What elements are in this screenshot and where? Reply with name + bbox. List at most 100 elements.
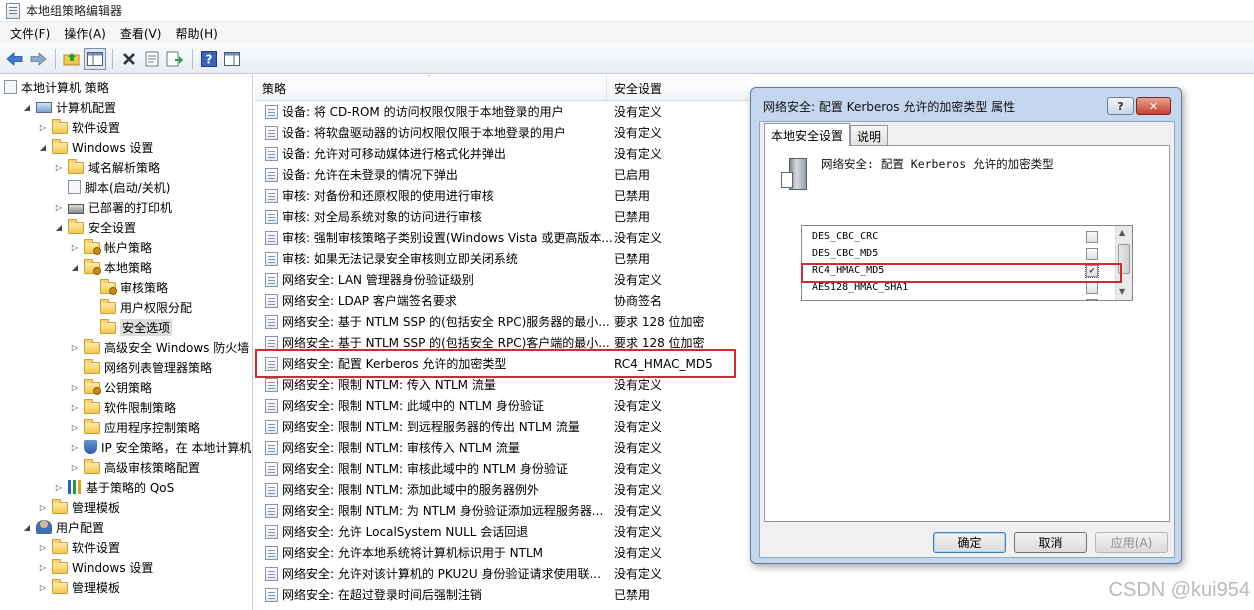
collapsed-arrow-icon[interactable]: ▷ (70, 443, 80, 452)
tree-item[interactable]: ◢ 用户配置 (22, 517, 104, 537)
expanded-arrow-icon[interactable]: ◢ (22, 523, 32, 532)
show-hide-tree-icon[interactable] (84, 48, 106, 70)
tab-local-security-setting[interactable]: 本地安全设置 (764, 123, 851, 146)
console-tree[interactable]: 本地计算机 策略 ◢ 计算机配置 ▷ 软件设置 ◢ Windows 设置 ▷ 域名解析策略 脚本(… (0, 75, 253, 610)
tree-item[interactable]: 本地计算机 策略 (4, 77, 109, 97)
tree-item[interactable]: ▷ 高级安全 Windows 防火墙 (70, 337, 249, 357)
up-folder-icon[interactable] (61, 48, 83, 70)
table-row[interactable]: 网络安全: LDAP 客户端签名要求 协商签名 (255, 290, 749, 311)
column-header-policy[interactable]: 策略 (255, 75, 607, 101)
tree-item[interactable]: ▷ 帐户策略 (70, 237, 152, 257)
tree-item[interactable]: ◢ Windows 设置 (38, 137, 153, 157)
encryption-type-item[interactable]: AES256_HMAC_SHA1 (802, 296, 1114, 300)
menu-file[interactable]: 文件(F) (4, 25, 56, 42)
table-row[interactable]: 网络安全: 允许本地系统将计算机标识用于 NTLM 没有定义 (255, 542, 749, 563)
encryption-type-checkbox[interactable] (1086, 231, 1098, 243)
table-row[interactable]: 网络安全: 限制 NTLM: 到远程服务器的传出 NTLM 流量 没有定义 (255, 416, 749, 437)
collapsed-arrow-icon[interactable]: ▷ (70, 343, 80, 352)
collapsed-arrow-icon[interactable]: ▷ (54, 203, 64, 212)
tree-item[interactable]: ▷ 管理模板 (38, 497, 120, 517)
encryption-type-item[interactable]: DES_CBC_MD5 (802, 245, 1114, 262)
table-row[interactable]: 网络安全: 限制 NTLM: 为 NTLM 身份验证添加远程服务器... 没有定义 (255, 500, 749, 521)
expanded-arrow-icon[interactable]: ◢ (54, 223, 64, 232)
tree-item[interactable]: 脚本(启动/关机) (54, 177, 170, 197)
table-row[interactable]: 审核: 对全局系统对象的访问进行审核 已禁用 (255, 206, 749, 227)
tree-item[interactable]: ▷ 公钥策略 (70, 377, 152, 397)
menu-view[interactable]: 查看(V) (114, 25, 168, 42)
collapsed-arrow-icon[interactable]: ▷ (38, 543, 48, 552)
forward-arrow-icon[interactable] (27, 48, 49, 70)
help-icon[interactable]: ? (198, 48, 220, 70)
policy-icon (265, 272, 278, 287)
menu-help[interactable]: 帮助(H) (169, 25, 223, 42)
table-row[interactable]: 网络安全: LAN 管理器身份验证级别 没有定义 (255, 269, 749, 290)
tree-item[interactable]: ▷ IP 安全策略，在 本地计算机 (70, 437, 251, 457)
apply-button[interactable]: 应用(A) (1095, 532, 1168, 553)
tree-item[interactable]: ▷ 软件限制策略 (70, 397, 176, 417)
table-row[interactable]: 审核: 如果无法记录安全审核则立即关闭系统 已禁用 (255, 248, 749, 269)
cancel-button[interactable]: 取消 (1014, 532, 1087, 553)
table-row[interactable]: 网络安全: 限制 NTLM: 审核传入 NTLM 流量 没有定义 (255, 437, 749, 458)
collapsed-arrow-icon[interactable]: ▷ (70, 423, 80, 432)
tree-item[interactable]: ▷ 已部署的打印机 (54, 197, 172, 217)
collapsed-arrow-icon[interactable]: ▷ (38, 123, 48, 132)
tree-item[interactable]: ▷ 域名解析策略 (54, 157, 160, 177)
expanded-arrow-icon[interactable]: ◢ (70, 263, 80, 272)
show-pane-icon[interactable] (221, 48, 243, 70)
expanded-arrow-icon[interactable]: ◢ (22, 103, 32, 112)
table-row[interactable]: 设备: 允许对可移动媒体进行格式化并弹出 没有定义 (255, 143, 749, 164)
tree-item[interactable]: ▷ Windows 设置 (38, 557, 153, 577)
export-list-icon[interactable] (164, 48, 186, 70)
encryption-type-checkbox[interactable] (1086, 282, 1098, 294)
table-row[interactable]: 审核: 对备份和还原权限的使用进行审核 已禁用 (255, 185, 749, 206)
menu-action[interactable]: 操作(A) (58, 25, 112, 42)
table-row[interactable]: 网络安全: 限制 NTLM: 审核此域中的 NTLM 身份验证 没有定义 (255, 458, 749, 479)
properties-icon[interactable] (141, 48, 163, 70)
table-row[interactable]: 网络安全: 允许对该计算机的 PKU2U 身份验证请求使用联... 没有定义 (255, 563, 749, 584)
delete-icon[interactable] (118, 48, 140, 70)
tree-item[interactable]: ◢ 本地策略 (70, 257, 152, 277)
back-arrow-icon[interactable] (4, 48, 26, 70)
table-row[interactable]: 网络安全: 基于 NTLM SSP 的(包括安全 RPC)服务器的最小... 要求… (255, 311, 749, 332)
tree-item[interactable]: ▷ 软件设置 (38, 537, 120, 557)
tab-explain[interactable]: 说明 (850, 125, 889, 146)
collapsed-arrow-icon[interactable]: ▷ (70, 383, 80, 392)
ok-button[interactable]: 确定 (933, 532, 1006, 553)
tree-item[interactable]: ▷ 基于策略的 QoS (54, 477, 174, 497)
collapsed-arrow-icon[interactable]: ▷ (70, 463, 80, 472)
table-row[interactable]: 设备: 允许在未登录的情况下弹出 已启用 (255, 164, 749, 185)
column-header-setting[interactable]: 安全设置 (607, 75, 749, 101)
table-row[interactable]: 设备: 将 CD-ROM 的访问权限仅限于本地登录的用户 没有定义 (255, 101, 749, 122)
table-row[interactable]: 审核: 强制审核策略子类别设置(Windows Vista 或更高版本... 没有… (255, 227, 749, 248)
encryption-type-checkbox[interactable] (1086, 248, 1098, 260)
collapsed-arrow-icon[interactable]: ▷ (54, 163, 64, 172)
tree-item[interactable]: ▷ 高级审核策略配置 (70, 457, 200, 477)
encryption-type-item[interactable]: DES_CBC_CRC (802, 228, 1114, 245)
table-row[interactable]: 网络安全: 允许 LocalSystem NULL 会话回退 没有定义 (255, 521, 749, 542)
collapsed-arrow-icon[interactable]: ▷ (70, 403, 80, 412)
table-row[interactable]: 网络安全: 限制 NTLM: 此域中的 NTLM 身份验证 没有定义 (255, 395, 749, 416)
tree-item[interactable]: ▷ 应用程序控制策略 (70, 417, 200, 437)
tree-item[interactable]: 用户权限分配 (86, 297, 192, 317)
tree-item[interactable]: 安全选项 (86, 317, 173, 337)
scroll-down-icon[interactable]: ▼ (1119, 287, 1125, 296)
tree-item[interactable]: ▷ 管理模板 (38, 577, 120, 597)
dialog-help-button[interactable]: ? (1107, 97, 1134, 115)
tree-item[interactable]: 网络列表管理器策略 (70, 357, 212, 377)
encryption-type-checkbox[interactable] (1086, 299, 1098, 300)
collapsed-arrow-icon[interactable]: ▷ (70, 243, 80, 252)
expanded-arrow-icon[interactable]: ◢ (38, 143, 48, 152)
scroll-up-icon[interactable]: ▲ (1119, 228, 1125, 237)
table-row[interactable]: 设备: 将软盘驱动器的访问权限仅限于本地登录的用户 没有定义 (255, 122, 749, 143)
tree-item[interactable]: ◢ 计算机配置 (22, 97, 116, 117)
dialog-close-button[interactable]: ✕ (1136, 97, 1171, 115)
tree-item[interactable]: ▷ 软件设置 (38, 117, 120, 137)
collapsed-arrow-icon[interactable]: ▷ (38, 563, 48, 572)
table-row[interactable]: 网络安全: 在超过登录时间后强制注销 已禁用 (255, 584, 749, 605)
collapsed-arrow-icon[interactable]: ▷ (38, 583, 48, 592)
tree-item[interactable]: ◢ 安全设置 (54, 217, 136, 237)
tree-item[interactable]: 审核策略 (86, 277, 168, 297)
collapsed-arrow-icon[interactable]: ▷ (54, 483, 64, 492)
table-row[interactable]: 网络安全: 限制 NTLM: 添加此域中的服务器例外 没有定义 (255, 479, 749, 500)
collapsed-arrow-icon[interactable]: ▷ (38, 503, 48, 512)
